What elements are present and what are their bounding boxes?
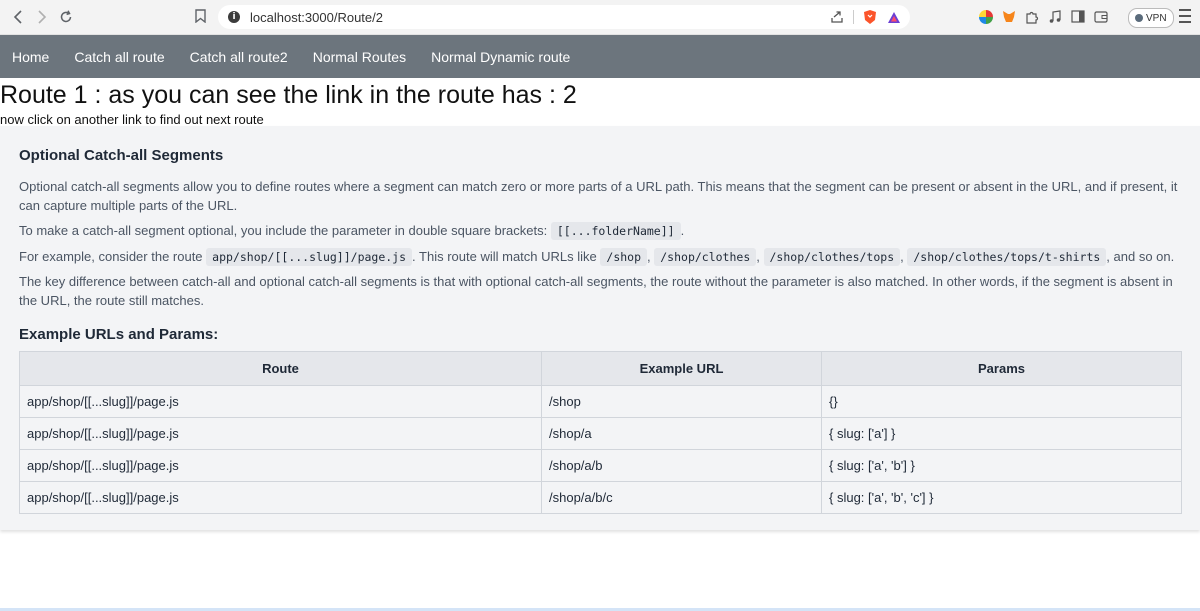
back-icon[interactable]	[8, 7, 28, 27]
vpn-status-icon	[1135, 14, 1143, 22]
paragraph-intro: Optional catch-all segments allow you to…	[19, 179, 1178, 213]
info-card: Optional Catch-all Segments Optional cat…	[0, 126, 1200, 530]
code-url: /shop/clothes/tops/t-shirts	[907, 248, 1107, 266]
column-header-params: Params	[821, 351, 1182, 386]
paragraph-difference: The key difference between catch-all and…	[19, 274, 1173, 308]
paragraph-example-mid: . This route will match URLs like	[412, 249, 597, 264]
paragraph-example: For example, consider the route app/shop…	[19, 248, 1175, 266]
table-row: app/shop/[[...slug]]/page.js /shop {}	[19, 385, 1182, 418]
table-row: app/shop/[[...slug]]/page.js /shop/a { s…	[19, 417, 1182, 450]
reload-icon[interactable]	[56, 7, 76, 27]
code-route: app/shop/[[...slug]]/page.js	[206, 248, 413, 266]
nav-link-catch-all-route2[interactable]: Catch all route2	[190, 49, 288, 65]
url-text: localhost:3000/Route/2	[250, 9, 383, 25]
nav-link-normal-dynamic-route[interactable]: Normal Dynamic route	[431, 49, 570, 65]
paragraph-optional-end: .	[680, 223, 685, 238]
paragraph-example-end: , and so on.	[1106, 249, 1175, 264]
page-subtitle: now click on another link to find out ne…	[0, 112, 264, 127]
brave-shield-icon[interactable]	[862, 9, 878, 25]
brave-rewards-icon[interactable]	[886, 9, 902, 25]
address-bar[interactable]: i localhost:3000/Route/2	[218, 5, 910, 29]
code-url: /shop/clothes	[654, 248, 757, 266]
wallet-icon[interactable]	[1093, 9, 1108, 24]
cell-params: { slug: ['a', 'b'] }	[821, 449, 1182, 482]
code-url: /shop	[600, 248, 648, 266]
code-url: /shop/clothes/tops	[763, 248, 901, 266]
cell-route: app/shop/[[...slug]]/page.js	[19, 385, 542, 418]
paragraph-example-pre: For example, consider the route	[19, 249, 203, 264]
table-row: app/shop/[[...slug]]/page.js /shop/a/b {…	[19, 449, 1182, 482]
cell-route: app/shop/[[...slug]]/page.js	[19, 417, 542, 450]
cell-example-url: /shop/a/b/c	[541, 481, 822, 514]
paragraph-optional-text: To make a catch-all segment optional, yo…	[19, 223, 548, 238]
cell-route: app/shop/[[...slug]]/page.js	[19, 449, 542, 482]
extension-colorwheel-icon[interactable]	[978, 9, 993, 24]
divider	[853, 10, 854, 24]
card-title: Optional Catch-all Segments	[19, 147, 224, 164]
nav-link-home[interactable]: Home	[12, 49, 49, 65]
nav-link-catch-all-route[interactable]: Catch all route	[74, 49, 164, 65]
column-header-example-url: Example URL	[541, 351, 822, 386]
vpn-button[interactable]: VPN	[1128, 8, 1174, 28]
cell-params: { slug: ['a'] }	[821, 417, 1182, 450]
cell-example-url: /shop/a/b	[541, 449, 822, 482]
share-icon[interactable]	[829, 9, 845, 25]
sidebar-toggle-icon[interactable]	[1070, 9, 1085, 24]
examples-title: Example URLs and Params:	[19, 326, 219, 343]
code-folder-name: [[...folderName]]	[550, 222, 681, 240]
table-row: app/shop/[[...slug]]/page.js /shop/a/b/c…	[19, 481, 1182, 514]
nav-link-normal-routes[interactable]: Normal Routes	[313, 49, 406, 65]
info-icon[interactable]: i	[228, 11, 240, 23]
page-title: Route 1 : as you can see the link in the…	[0, 81, 577, 109]
cell-example-url: /shop/a	[541, 417, 822, 450]
table-header-row: Route Example URL Params	[19, 351, 1182, 386]
cell-params: { slug: ['a', 'b', 'c'] }	[821, 481, 1182, 514]
examples-table: Route Example URL Params app/shop/[[...s…	[19, 351, 1182, 514]
menu-icon[interactable]	[1179, 9, 1191, 23]
metamask-fox-icon[interactable]	[1001, 9, 1016, 24]
paragraph-optional: To make a catch-all segment optional, yo…	[19, 221, 1179, 241]
music-note-icon[interactable]	[1047, 9, 1062, 24]
forward-icon[interactable]	[32, 7, 52, 27]
bookmark-icon[interactable]	[193, 8, 207, 24]
cell-example-url: /shop	[541, 385, 822, 418]
app-navbar: Home Catch all route Catch all route2 No…	[0, 35, 1200, 78]
puzzle-extensions-icon[interactable]	[1024, 9, 1039, 24]
vpn-label: VPN	[1146, 12, 1167, 24]
cell-route: app/shop/[[...slug]]/page.js	[19, 481, 542, 514]
cell-params: {}	[821, 385, 1182, 418]
column-header-route: Route	[19, 351, 542, 386]
browser-toolbar: i localhost:3000/Route/2 VPN	[0, 0, 1200, 35]
